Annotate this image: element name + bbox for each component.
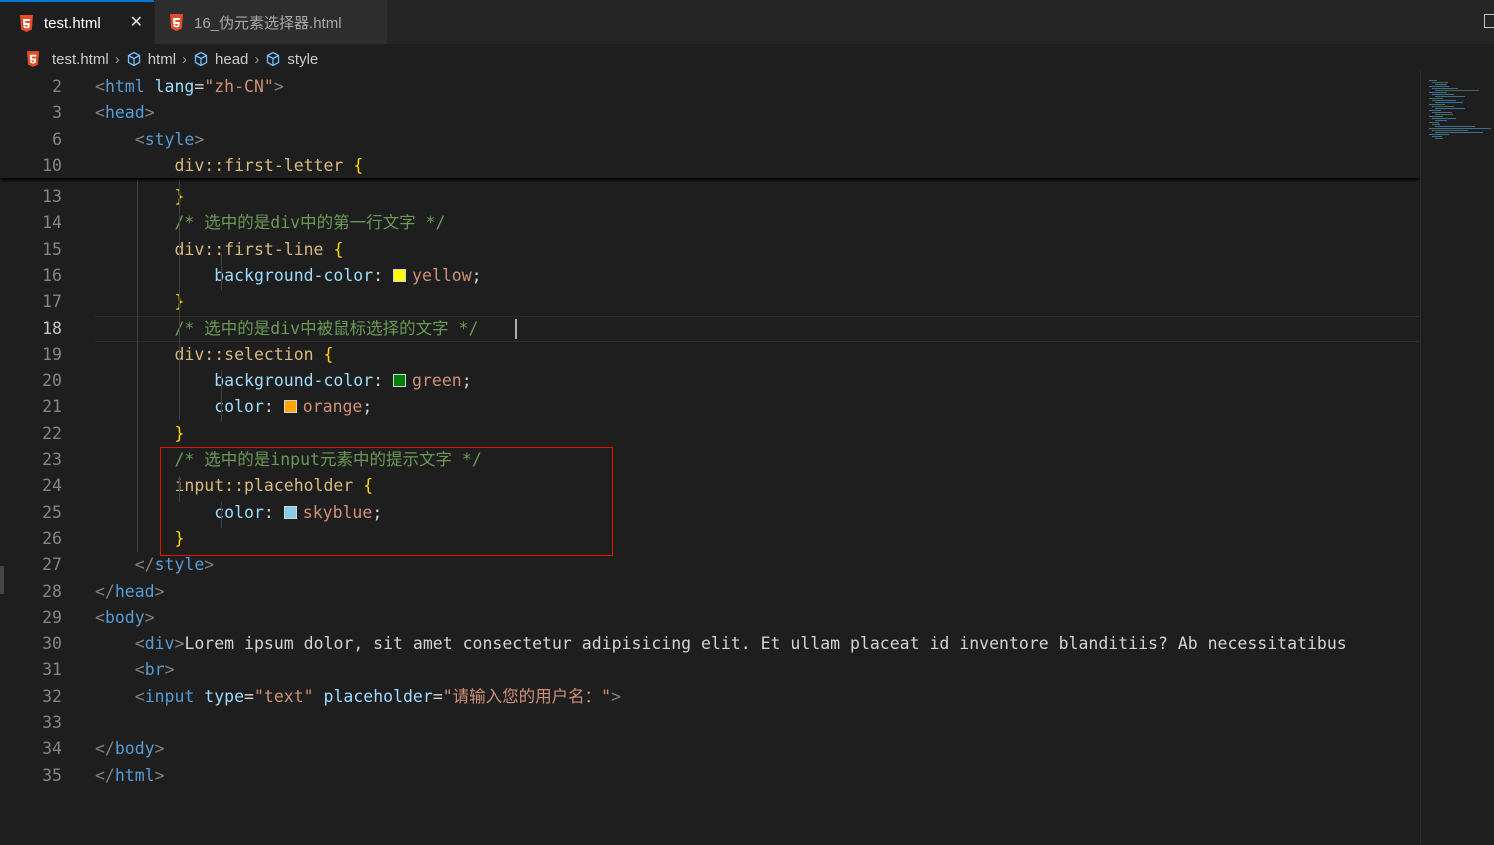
minimap-line [1435,102,1463,103]
code-line[interactable]: 17 } [0,289,1420,315]
fold-marker [0,566,4,594]
minimap-line [1435,126,1475,127]
minimap-line [1435,132,1483,133]
breadcrumb-file[interactable]: test.html [0,51,109,68]
breadcrumb-style[interactable]: style [265,51,318,68]
minimap-line [1429,80,1437,81]
minimap-line [1435,114,1453,115]
color-swatch [393,268,407,282]
minimap-line [1429,116,1443,117]
minimap-line [1432,130,1468,131]
sticky-code-line[interactable]: 2 <html lang="zh-CN"> [0,74,1420,100]
indent-guide [179,172,180,420]
minimap-line [1435,96,1465,97]
indent-guide [221,264,222,290]
cube-icon [127,51,140,67]
indent-guide [179,344,180,370]
minimap-line [1435,120,1447,121]
html5-icon [20,14,33,32]
code-line[interactable]: 22 } [0,421,1420,447]
minimap-line [1429,86,1449,87]
color-swatch [283,400,297,414]
code-line[interactable]: 33 [0,710,1420,736]
code-line[interactable]: 35 </html> [0,763,1420,789]
minimap-line [1432,88,1458,89]
minimap-line [1432,112,1452,113]
sticky-scroll-header[interactable]: 2 <html lang="zh-CN"> 3 <head> 6 <style> 10 d… [0,74,1420,178]
code-line[interactable]: 34 </body> [0,736,1420,762]
minimap-line [1429,128,1491,129]
split-editor-icon[interactable] [1484,14,1494,28]
breadcrumb: test.html › html › head › style [0,44,1420,74]
minimap-line [1429,92,1447,93]
minimap-line [1432,100,1456,101]
minimap-line [1429,104,1445,105]
tab-label: test.html [44,14,101,32]
close-icon[interactable]: ✕ [130,14,143,32]
minimap-line [1429,110,1441,111]
color-swatch [393,374,407,388]
breadcrumb-html[interactable]: html [126,51,176,68]
breadcrumb-separator: › [182,50,188,68]
code-line[interactable]: 20 background-color: green; [0,368,1420,394]
tab-label: 16_伪元素选择器.html [194,14,342,32]
minimap-line [1432,82,1448,83]
minimap-line [1432,136,1442,137]
cube-icon [267,51,280,67]
code-line[interactable]: 29 <body> [0,605,1420,631]
breadcrumb-head[interactable]: head [193,51,248,68]
html5-icon [170,13,183,31]
code-editor[interactable]: 2 <html lang="zh-CN"> 3 <head> 6 <style> 10 d… [0,74,1420,845]
breadcrumb-label: style [287,50,319,68]
code-line[interactable]: 14 /* 选中的是div中的第一行文字 */ [0,210,1420,236]
indent-guide [137,172,138,552]
breadcrumb-label: html [147,50,177,68]
code-line[interactable]: 15 div::first-line { [0,237,1420,263]
text-cursor [515,318,517,339]
minimap-line [1435,138,1443,139]
minimap-line [1435,90,1479,91]
html5-icon [26,51,40,67]
minimap-line [1432,94,1454,95]
indent-guide [221,370,222,422]
code-line[interactable]: 28 </head> [0,579,1420,605]
code-line[interactable]: 13 } [0,184,1420,210]
minimap-line [1429,134,1449,135]
code-line[interactable]: 19 div::selection { [0,342,1420,368]
minimap-line [1429,122,1439,123]
code-line[interactable]: 27 </style> [0,552,1420,578]
code-line[interactable]: 30 <div>Lorem ipsum dolor, sit amet cons… [0,631,1420,657]
breadcrumb-label: head [215,50,249,68]
breadcrumb-separator: › [114,50,120,68]
minimap-line [1432,124,1440,125]
sticky-code-line[interactable]: 3 <head> [0,100,1420,126]
breadcrumb-file-label: test.html [52,50,109,68]
code-line[interactable]: 21 color: orange; [0,394,1420,420]
minimap-line [1429,98,1443,99]
code-line[interactable]: 31 <br> [0,657,1420,683]
sticky-code-line[interactable]: 6 <style> [0,127,1420,153]
code-line[interactable]: 18 /* 选中的是div中被鼠标选择的文字 */ [0,316,1420,342]
cube-icon [194,51,208,67]
minimap-line [1435,84,1447,85]
minimap-line [1432,118,1456,119]
tab-pseudo-selector-html[interactable]: 16_伪元素选择器.html [155,0,387,44]
code-line[interactable]: 16 background-color: yellow; [0,263,1420,289]
code-line[interactable]: 32 <input type="text" placeholder="请输入您的… [0,684,1420,710]
breadcrumb-separator: › [254,50,260,68]
tab-test-html[interactable]: test.html ✕ [0,0,154,44]
highlight-box [160,447,613,556]
minimap-line [1435,108,1465,109]
sticky-code-line[interactable]: 10 div::first-letter { [0,153,1420,179]
tab-bar: test.html ✕ 16_伪元素选择器.html [0,0,1494,44]
minimap[interactable] [1420,70,1494,845]
minimap-line [1432,106,1454,107]
